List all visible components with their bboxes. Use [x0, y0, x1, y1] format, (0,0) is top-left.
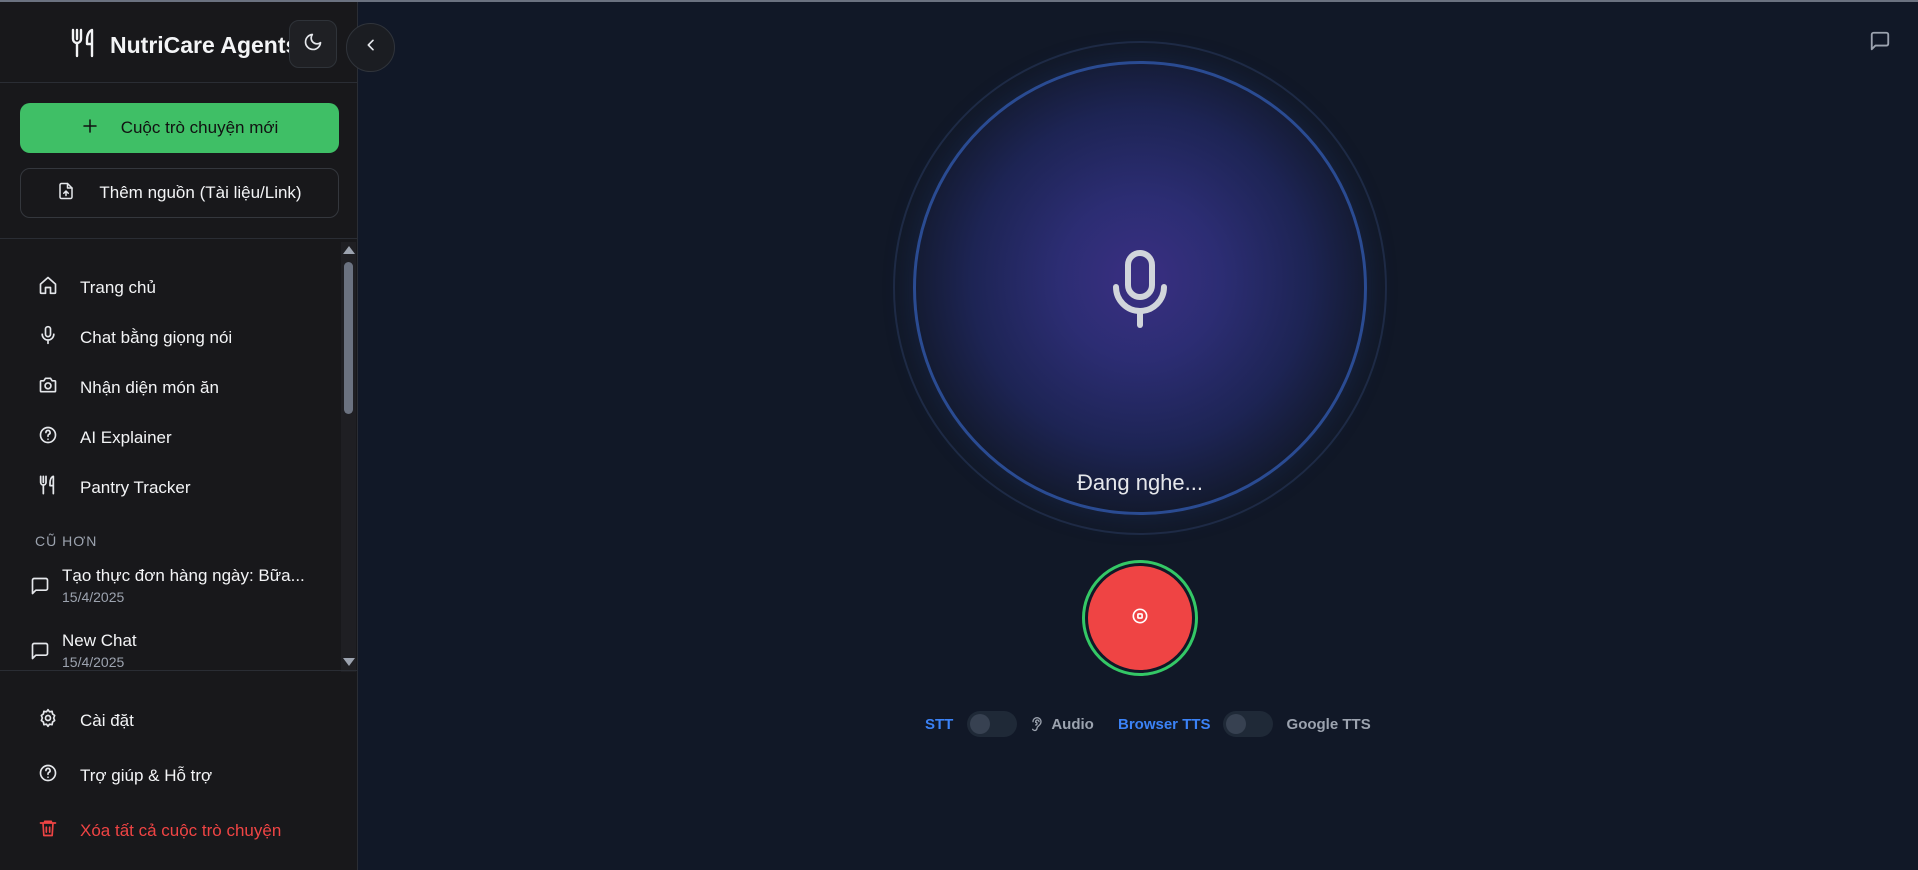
divider: [0, 82, 357, 83]
camera-icon: [38, 375, 58, 400]
nav-item-label: Trang chủ: [80, 277, 156, 297]
microphone-icon: [1110, 249, 1170, 334]
browser-tts-label: Browser TTS: [1118, 715, 1211, 733]
add-source-label: Thêm nguồn (Tài liệu/Link): [99, 183, 302, 202]
tts-mode-toggle[interactable]: [1222, 711, 1273, 737]
scrollbar-thumb[interactable]: [344, 262, 353, 414]
section-label-older: CŨ HƠN: [35, 533, 98, 549]
help-support-label: Trợ giúp & Hỗ trợ: [80, 765, 213, 785]
stt-label: STT: [925, 715, 954, 733]
nav-item-label: Pantry Tracker: [80, 477, 191, 497]
nav-item-pantry-tracker[interactable]: Pantry Tracker: [38, 475, 191, 500]
divider: [0, 238, 357, 239]
stop-circle-icon: [1130, 606, 1150, 631]
audio-wave-icon: [1029, 716, 1045, 732]
stt-mode-toggle[interactable]: [967, 711, 1018, 737]
new-chat-label: Cuộc trò chuyện mới: [120, 118, 279, 137]
stt-controls: STT Audio: [925, 711, 1094, 737]
help-support-item[interactable]: Trợ giúp & Hỗ trợ: [38, 763, 212, 788]
chat-date: 15/4/2025: [62, 589, 125, 605]
toggle-knob: [1225, 714, 1246, 734]
new-chat-button[interactable]: Cuộc trò chuyện mới: [20, 103, 339, 153]
nav-item-voice-chat[interactable]: Chat bằng giọng nói: [38, 325, 232, 350]
file-upload-icon: [57, 181, 75, 206]
clear-all-chats-label: Xóa tất cả cuộc trò chuyện: [80, 820, 282, 840]
theme-toggle-button[interactable]: [289, 20, 337, 68]
nav-item-food-recognition[interactable]: Nhận diện món ăn: [38, 375, 219, 400]
google-tts-label: Google TTS: [1286, 715, 1371, 733]
listening-status: Đang nghe...: [1077, 470, 1203, 495]
sidebar: NutriCare Agents Cuộc trò chuyện mới Thê…: [0, 2, 358, 870]
chat-date: 15/4/2025: [62, 654, 125, 670]
nav-item-label: Nhận diện món ăn: [80, 377, 219, 397]
scroll-up-arrow-icon[interactable]: [343, 246, 355, 254]
record-button-ring: [1082, 560, 1198, 676]
message-square-icon: [30, 641, 50, 666]
chat-title: New Chat: [62, 631, 137, 650]
record-stop-button[interactable]: [1088, 566, 1192, 670]
chat-history-item[interactable]: Tạo thực đơn hàng ngày: Bữa... 15/4/2025: [30, 566, 305, 605]
message-square-icon: [30, 576, 50, 601]
help-circle-icon: [38, 763, 58, 788]
add-source-button[interactable]: Thêm nguồn (Tài liệu/Link): [20, 168, 339, 218]
message-square-icon[interactable]: [1869, 30, 1891, 57]
divider: [0, 670, 357, 671]
chat-title: Tạo thực đơn hàng ngày: Bữa...: [62, 566, 305, 585]
help-circle-icon: [38, 425, 58, 450]
utensils-icon: [38, 475, 58, 500]
microphone-icon: [38, 325, 58, 350]
tts-controls: Browser TTS Google TTS: [1118, 711, 1371, 737]
chevron-left-icon: [363, 37, 379, 58]
toggle-knob: [970, 714, 991, 734]
utensils-icon: [70, 28, 98, 63]
nav-item-ai-explainer[interactable]: AI Explainer: [38, 425, 172, 450]
audio-label: Audio: [1051, 715, 1094, 733]
brand[interactable]: NutriCare Agents: [70, 28, 298, 63]
settings-item[interactable]: Cài đặt: [38, 708, 134, 733]
nav-item-label: AI Explainer: [80, 427, 172, 447]
nav-item-label: Chat bằng giọng nói: [80, 327, 233, 347]
chat-history-item[interactable]: New Chat 15/4/2025: [30, 631, 137, 670]
moon-icon: [303, 32, 323, 57]
settings-icon: [38, 708, 58, 733]
home-icon: [38, 275, 58, 300]
clear-all-chats-button[interactable]: Xóa tất cả cuộc trò chuyện: [38, 818, 281, 843]
scroll-down-arrow-icon[interactable]: [343, 658, 355, 666]
collapse-sidebar-button[interactable]: [346, 23, 395, 72]
settings-label: Cài đặt: [80, 710, 134, 730]
app-title: NutriCare Agents: [110, 32, 299, 58]
nav-item-home[interactable]: Trang chủ: [38, 275, 156, 300]
plus-icon: [81, 117, 99, 140]
trash-icon: [38, 818, 58, 843]
